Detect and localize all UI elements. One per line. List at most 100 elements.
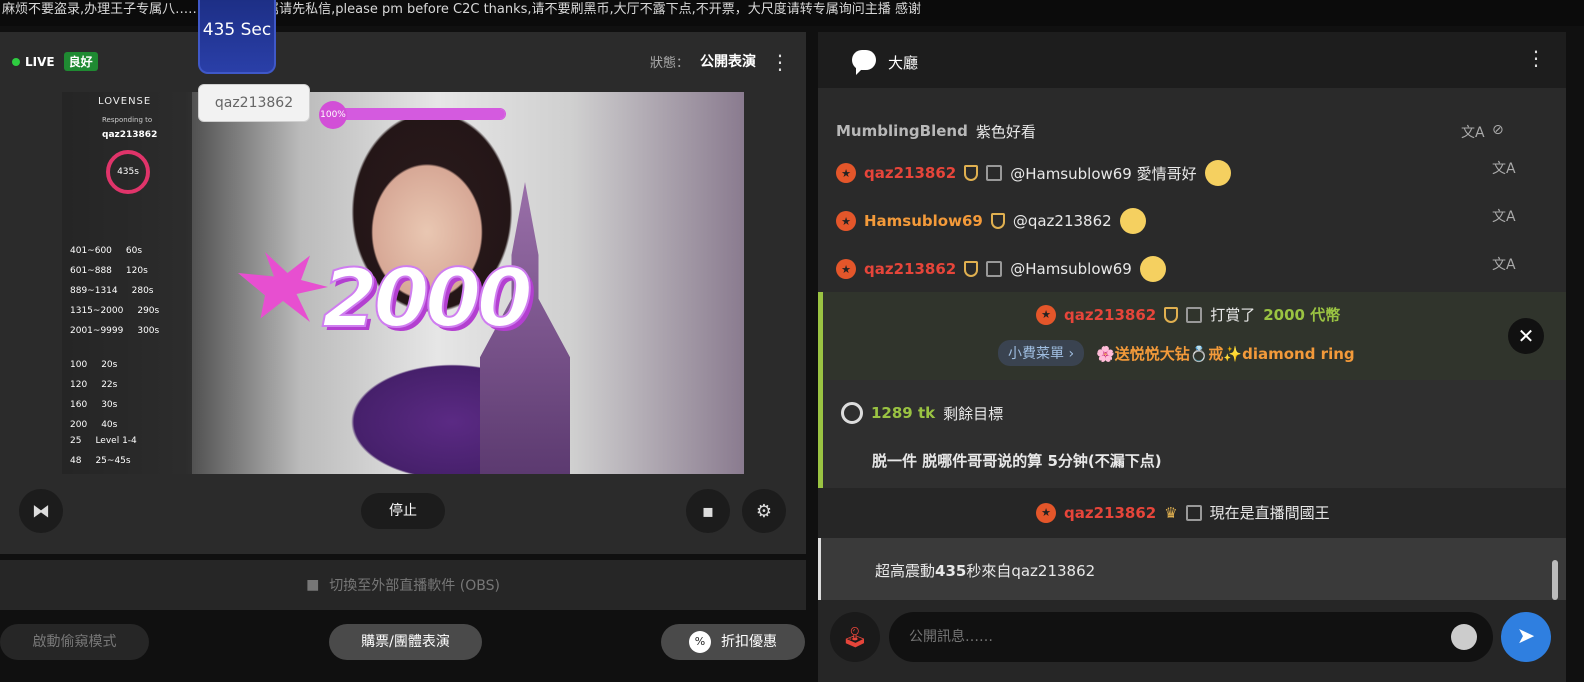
overlay-row: 48 25~45s: [70, 456, 131, 466]
tip-menu-button[interactable]: 小費菜單 ›: [998, 340, 1085, 366]
live-label: LIVE: [25, 54, 55, 69]
overlay-row: 401~600 60s: [70, 246, 142, 256]
discount-button[interactable]: % 折扣優惠: [661, 624, 805, 660]
overlay-row: 2001~9999 300s: [70, 326, 159, 336]
stop-button[interactable]: 停止: [361, 493, 445, 529]
lovense-brand: LOVENSE: [98, 96, 152, 107]
smile-emoji-icon: [1204, 160, 1231, 186]
tip-username-popup: qaz213862: [198, 84, 310, 122]
overlay-row: 601~888 120s: [70, 266, 148, 276]
camera-icon: ■: [306, 577, 320, 593]
tip-menu-item: 🌸送悦悦大钻💍戒✨diamond ring: [1096, 344, 1355, 363]
camera-button[interactable]: ▪: [686, 489, 730, 533]
overlay-duration: 280s: [131, 286, 154, 296]
overlay-range: 889~1314: [70, 286, 118, 296]
vibe-prefix: 超高震動: [875, 562, 936, 580]
vibe-progress-fill: [331, 109, 505, 119]
chat-input-area: 🕹 ➤: [818, 600, 1566, 682]
vibe-progress-bar: 100%: [319, 101, 506, 129]
overlay-duration: Level 1-4: [95, 436, 137, 446]
goal-label: 剩餘目標: [943, 404, 1004, 423]
emoji-picker-icon[interactable]: [1451, 624, 1477, 650]
more-options-icon[interactable]: ⋮: [770, 52, 790, 72]
send-button[interactable]: ➤: [1501, 612, 1551, 662]
chat-username[interactable]: qaz213862: [864, 260, 956, 278]
note-icon: [1186, 306, 1203, 323]
chat-message: MumblingBlend 紫色好看: [836, 116, 1036, 146]
overlay-duration: 60s: [125, 246, 143, 256]
king-notification: ★ qaz213862 ♛ 現在是直播間國王: [818, 488, 1566, 538]
vibe-timer-ring: 435s: [106, 150, 150, 194]
tip-amount: 2000 代幣: [1263, 306, 1341, 324]
ticket-show-button[interactable]: 購票/團體表演: [329, 624, 482, 660]
tip-username[interactable]: qaz213862: [1064, 306, 1156, 324]
overlay-range: 2001~9999: [70, 326, 124, 336]
overlay-row: 120 22s: [70, 380, 117, 390]
star-icon: ★: [836, 211, 856, 231]
chat-username[interactable]: Hamsublow69: [864, 212, 983, 230]
flip-video-button[interactable]: ⧓: [19, 489, 63, 533]
overlay-row: 200 40s: [70, 420, 117, 430]
chat-message: ★ Hamsublow69 @qaz213862: [836, 206, 1146, 236]
close-icon[interactable]: ✕: [1508, 318, 1544, 354]
overlay-range: 1315~2000: [70, 306, 124, 316]
tip-menu-label: 小費菜單: [1008, 346, 1064, 362]
chat-input-wrapper: [889, 612, 1493, 662]
chat-header: 大廳 ⋮: [818, 32, 1566, 88]
laugh-emoji-icon: [1119, 208, 1146, 234]
overlay-range: 100: [70, 360, 88, 370]
overlay-range: 48: [70, 456, 82, 466]
chat-title: 大廳: [888, 54, 919, 72]
settings-button[interactable]: ⚙: [742, 489, 786, 533]
king-text: 現在是直播間國王: [1209, 504, 1330, 522]
live-indicator: LIVE 良好: [12, 52, 98, 71]
joystick-icon: 🕹: [842, 625, 868, 649]
shield-icon: [1164, 306, 1179, 323]
note-icon: [986, 261, 1003, 277]
chat-username[interactable]: MumblingBlend: [836, 122, 968, 140]
tip-notification: ★ qaz213862 打賞了 2000 代幣 小費菜單 › 🌸送悦悦大钻💍戒✨…: [818, 292, 1566, 380]
translate-icon[interactable]: 文A: [1492, 158, 1516, 178]
vibe-suffix: 秒來自qaz213862: [966, 562, 1096, 580]
lovense-overlay: LOVENSE Responding to qaz213862 435s 401…: [62, 92, 192, 474]
overlay-duration: 22s: [101, 380, 118, 390]
overlay-range: 25: [70, 436, 82, 446]
chat-more-icon[interactable]: ⋮: [1526, 48, 1546, 68]
quality-badge: 良好: [63, 52, 98, 71]
chat-bubble-icon: [852, 50, 876, 75]
chat-scrollbar[interactable]: [1552, 560, 1558, 600]
king-username[interactable]: qaz213862: [1064, 504, 1156, 522]
goal-tokens: 1289 tk: [871, 404, 936, 422]
chat-text: @Hamsublow69: [1010, 260, 1132, 278]
status-value[interactable]: 公開表演: [700, 51, 756, 71]
spy-mode-button[interactable]: 啟動偷窺模式: [0, 624, 149, 660]
shield-icon: [964, 261, 979, 277]
overlay-duration: 20s: [101, 360, 118, 370]
hide-message-icon[interactable]: ⊘: [1492, 122, 1504, 138]
overlay-range: 200: [70, 420, 88, 430]
responding-to-label: Responding to: [102, 116, 153, 124]
public-message-input[interactable]: [909, 624, 1429, 650]
goal-description: 脱一件 脱哪件哥哥说的算 5分钟(不漏下点): [872, 452, 1162, 470]
grin-emoji-icon: [1139, 256, 1166, 282]
obs-label: 切換至外部直播軟件 (OBS): [329, 578, 500, 594]
send-icon: ➤: [1516, 624, 1536, 649]
broadcast-panel: LIVE 良好 狀態： 公開表演 ⋮ 2000 100% LOVENSE Res…: [0, 32, 806, 554]
translate-icon[interactable]: 文A: [1492, 206, 1516, 226]
responding-user: qaz213862: [102, 130, 158, 140]
obs-switch-button[interactable]: ■ 切換至外部直播軟件 (OBS): [0, 560, 806, 610]
overlay-range: 401~600: [70, 246, 112, 256]
overlay-duration: 290s: [137, 306, 160, 316]
chat-panel: 大廳 ⋮ MumblingBlend 紫色好看 文A ⊘ ★ qaz213862…: [818, 32, 1566, 682]
tip-action: 打賞了: [1210, 306, 1256, 324]
chat-username[interactable]: qaz213862: [864, 164, 956, 182]
translate-icon[interactable]: 文A: [1461, 122, 1485, 142]
chat-message: ★ qaz213862 @Hamsublow69: [836, 254, 1166, 284]
shield-icon: [990, 213, 1005, 229]
chat-message: ★ qaz213862 @Hamsublow69 愛情哥好: [836, 158, 1231, 188]
goal-panel: 1289 tk 剩餘目標 脱一件 脱哪件哥哥说的算 5分钟(不漏下点): [818, 380, 1566, 488]
shield-icon: [964, 165, 979, 181]
joystick-button[interactable]: 🕹: [830, 612, 880, 662]
translate-icon[interactable]: 文A: [1492, 254, 1516, 274]
overlay-range: 601~888: [70, 266, 112, 276]
